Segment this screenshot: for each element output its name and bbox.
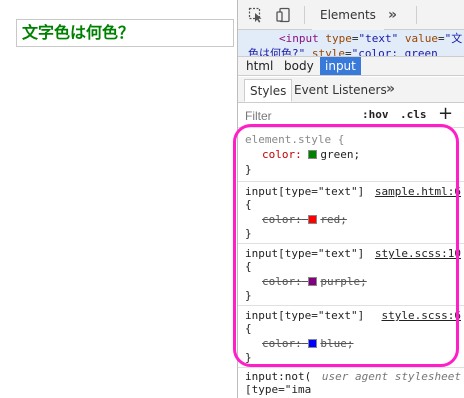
- style-declaration[interactable]: color: purple;: [262, 275, 367, 289]
- style-rule: input[type="text"] sample.html:6 { color…: [238, 182, 464, 244]
- rule-source-link[interactable]: style.scss:6: [382, 309, 461, 322]
- dom-attr-value: "文: [444, 32, 463, 45]
- device-toggle-icon[interactable]: [276, 7, 292, 23]
- style-rule: input[type="text"] style.scss:6 { color:…: [238, 306, 464, 368]
- rule-close-brace: }: [245, 289, 252, 302]
- rule-close-brace: }: [245, 163, 252, 176]
- dom-attr-value: "text": [358, 32, 399, 45]
- filter-input[interactable]: Filter: [245, 109, 272, 123]
- inspect-cursor-icon[interactable]: [248, 7, 264, 23]
- demo-input-value: 文字色は何色？: [22, 23, 135, 42]
- property-name: color:: [262, 337, 302, 350]
- style-declaration[interactable]: color: blue;: [262, 337, 354, 351]
- property-name: color:: [262, 275, 302, 288]
- breadcrumb: html body input: [238, 56, 464, 76]
- rule-source-link[interactable]: style.scss:10: [375, 247, 461, 260]
- color-swatch-icon[interactable]: [308, 277, 318, 286]
- breadcrumb-input[interactable]: input: [320, 57, 361, 75]
- color-swatch-icon[interactable]: [308, 215, 318, 224]
- add-rule-button[interactable]: +: [438, 103, 453, 124]
- style-rules: element.style { color: green; } input[ty…: [238, 129, 464, 369]
- tab-event-listeners[interactable]: Event Listeners: [289, 79, 392, 102]
- breadcrumb-body[interactable]: body: [279, 57, 319, 75]
- demo-text-input[interactable]: 文字色は何色？: [16, 19, 234, 47]
- style-rule: input[type="text"] style.scss:10 { color…: [238, 244, 464, 306]
- tab-elements[interactable]: Elements: [312, 0, 384, 31]
- style-declaration[interactable]: color: red;: [262, 213, 347, 227]
- property-name: color:: [262, 148, 302, 161]
- rule-close-brace: }: [245, 227, 252, 240]
- devtools-toolbar: Elements »: [238, 0, 464, 31]
- tab-styles[interactable]: Styles: [244, 79, 293, 102]
- class-toggle[interactable]: .cls: [400, 108, 427, 121]
- hover-state-toggle[interactable]: :hov: [362, 108, 389, 121]
- ua-selector: input:not(: [245, 370, 312, 383]
- rule-open-brace: {: [245, 198, 252, 211]
- property-value: blue;: [320, 337, 354, 350]
- rule-source-link[interactable]: sample.html:6: [375, 185, 461, 198]
- ua-selector-cont: [type="ima: [245, 383, 312, 396]
- ua-source-label: user agent stylesheet: [321, 370, 461, 383]
- rule-close-brace: }: [245, 351, 252, 364]
- style-rule: element.style { color: green; }: [238, 129, 464, 182]
- dom-attr-name: type: [325, 32, 352, 45]
- devtools-panel: Elements » <input type="text" value="文 色…: [237, 0, 464, 398]
- rule-selector: element.style {: [245, 133, 345, 146]
- rule-open-brace: {: [245, 322, 252, 335]
- dom-attr-name: value: [404, 32, 438, 45]
- sidebar-tabs: Styles Event Listeners »: [238, 77, 464, 103]
- dom-tag: <input: [279, 32, 319, 45]
- property-name: color:: [262, 213, 302, 226]
- toolbar-separator: [416, 6, 417, 24]
- property-value: red;: [320, 213, 347, 226]
- user-agent-rule: input:not( user agent stylesheet [type="…: [238, 369, 464, 398]
- rule-selector: input[type="text"]: [245, 185, 365, 198]
- color-swatch-icon[interactable]: [308, 150, 318, 159]
- rule-selector: input[type="text"]: [245, 247, 365, 260]
- page-content: 文字色は何色？: [0, 0, 237, 398]
- property-value: purple;: [320, 275, 367, 288]
- style-declaration[interactable]: color: green;: [262, 148, 360, 162]
- rule-selector: input[type="text"]: [245, 309, 365, 322]
- property-value: green;: [320, 148, 361, 161]
- breadcrumb-html[interactable]: html: [241, 57, 278, 75]
- rule-open-brace: {: [245, 260, 252, 273]
- more-tabs-button[interactable]: »: [388, 0, 397, 30]
- more-sidebar-tabs-button[interactable]: »: [386, 77, 395, 101]
- toolbar-separator: [304, 6, 305, 24]
- styles-filter-bar: Filter :hov .cls +: [238, 103, 464, 128]
- color-swatch-icon[interactable]: [308, 339, 318, 348]
